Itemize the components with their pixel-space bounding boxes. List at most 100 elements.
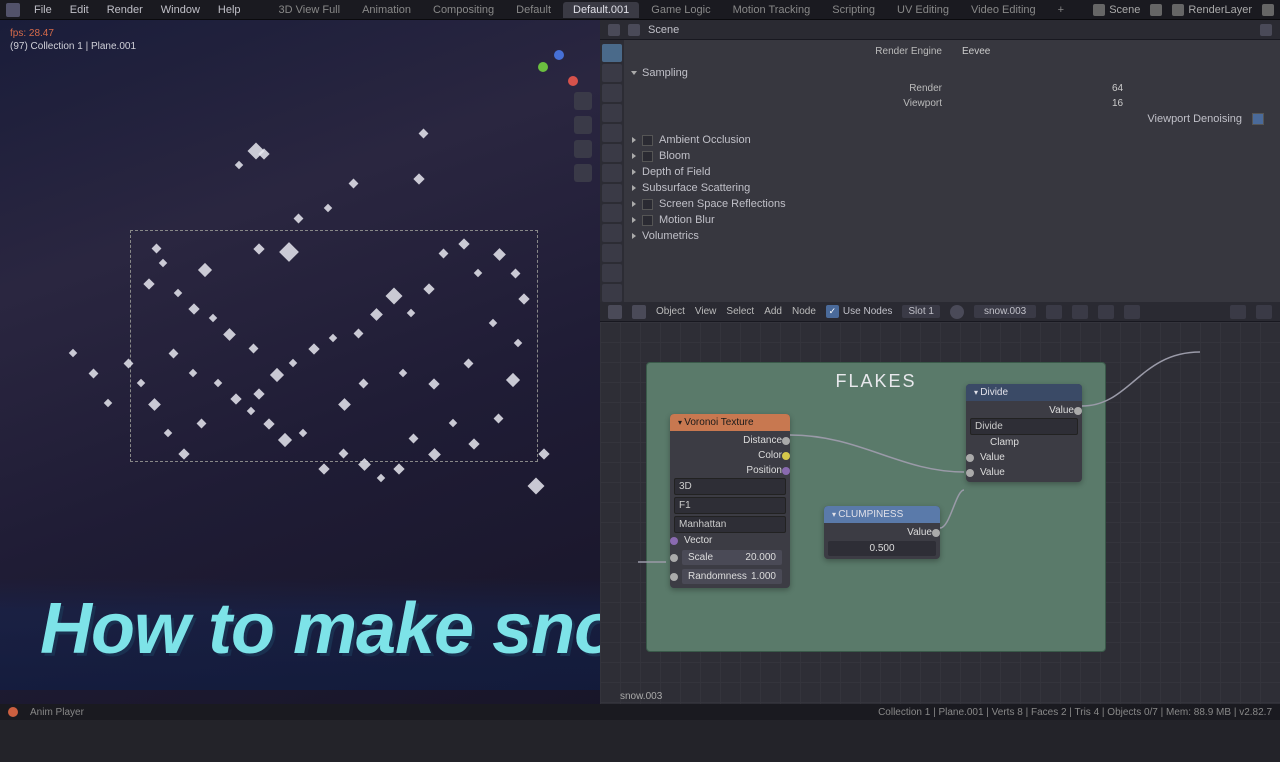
axis-gizmo[interactable]	[534, 50, 582, 98]
workspace-motiontracking[interactable]: Motion Tracking	[723, 2, 821, 18]
clumpiness-value-field[interactable]: 0.500	[828, 541, 936, 556]
motionblur-panel[interactable]: Motion Blur	[632, 212, 1272, 228]
voronoi-scale-field[interactable]: Scale20.000	[682, 550, 782, 565]
socket-out-color[interactable]	[782, 452, 790, 460]
dof-panel[interactable]: Depth of Field	[632, 164, 1272, 180]
bloom-panel[interactable]: Bloom	[632, 148, 1272, 164]
menu-window[interactable]: Window	[153, 2, 208, 18]
workspace-compositing[interactable]: Compositing	[423, 2, 504, 18]
math-operation-dropdown[interactable]: Divide	[970, 418, 1078, 435]
socket-out-distance[interactable]	[782, 437, 790, 445]
motionblur-checkbox[interactable]	[642, 215, 653, 226]
menu-edit[interactable]: Edit	[62, 2, 97, 18]
3d-viewport[interactable]: fps: 28.47 (97) Collection 1 | Plane.001…	[0, 20, 600, 720]
node-mode-object[interactable]: Object	[656, 306, 685, 317]
shader-type-icon[interactable]	[632, 305, 646, 319]
node-menu-select[interactable]: Select	[726, 306, 754, 317]
socket-in-randomness[interactable]	[670, 573, 678, 581]
socket-in-value1[interactable]	[966, 454, 974, 462]
math-divide-node[interactable]: ▾ Divide Value Divide Clamp Value Value	[966, 384, 1082, 482]
data-tab-icon[interactable]	[602, 244, 622, 262]
ao-checkbox[interactable]	[642, 135, 653, 146]
material-name-field[interactable]: snow.003	[974, 305, 1036, 318]
menu-help[interactable]: Help	[210, 2, 249, 18]
sampling-panel-header[interactable]: Sampling	[632, 65, 1272, 81]
clumpiness-value-node[interactable]: ▾ CLUMPINESS Value 0.500	[824, 506, 940, 559]
outliner-scene-label[interactable]: Scene	[648, 24, 679, 36]
particle-tab-icon[interactable]	[602, 184, 622, 202]
voronoi-metric-dropdown[interactable]: Manhattan	[674, 516, 786, 533]
snap-icon[interactable]	[1230, 305, 1246, 319]
render-samples-value[interactable]: 64	[952, 83, 1123, 94]
ambient-occlusion-panel[interactable]: Ambient Occlusion	[632, 132, 1272, 148]
voronoi-texture-node[interactable]: ▾ Voronoi Texture Distance Color Positio…	[670, 414, 790, 588]
clamp-checkbox[interactable]	[974, 438, 984, 448]
axis-x-icon[interactable]	[568, 76, 578, 86]
workspace-3dviewfull[interactable]: 3D View Full	[269, 2, 351, 18]
workspace-gamelogic[interactable]: Game Logic	[641, 2, 720, 18]
voronoi-feature-dropdown[interactable]: F1	[674, 497, 786, 514]
texture-tab-icon[interactable]	[602, 284, 622, 302]
new-material-icon[interactable]	[1072, 305, 1088, 319]
socket-out-value[interactable]	[932, 529, 940, 537]
pin-material-icon[interactable]	[1124, 305, 1140, 319]
workspace-videoediting[interactable]: Video Editing	[961, 2, 1046, 18]
node-editor-canvas[interactable]: FLAKES ▾ Voronoi Texture Distance Color …	[600, 322, 1280, 720]
socket-out-position[interactable]	[782, 467, 790, 475]
output-tab-icon[interactable]	[602, 64, 622, 82]
zoom-tool-icon[interactable]	[574, 92, 592, 110]
world-tab-icon[interactable]	[602, 124, 622, 142]
node-menu-add[interactable]: Add	[764, 306, 782, 317]
viewport-samples-value[interactable]: 16	[952, 98, 1123, 109]
workspace-animation[interactable]: Animation	[352, 2, 421, 18]
viewlayer-tab-icon[interactable]	[602, 84, 622, 102]
pin-icon[interactable]	[1260, 24, 1272, 36]
viewport-denoising-checkbox[interactable]	[1252, 113, 1264, 125]
clumpiness-node-header[interactable]: ▾ CLUMPINESS	[824, 506, 940, 523]
ssr-checkbox[interactable]	[642, 199, 653, 210]
unlink-material-icon[interactable]	[1098, 305, 1114, 319]
perspective-tool-icon[interactable]	[574, 164, 592, 182]
editor-type-icon[interactable]	[608, 305, 622, 319]
render-engine-value[interactable]: Eevee	[952, 46, 992, 57]
socket-out-value[interactable]	[1074, 407, 1082, 415]
anim-playing-icon[interactable]	[8, 707, 18, 717]
voronoi-randomness-field[interactable]: Randomness1.000	[682, 569, 782, 584]
node-menu-view[interactable]: View	[695, 306, 717, 317]
workspace-scripting[interactable]: Scripting	[822, 2, 885, 18]
menu-render[interactable]: Render	[99, 2, 151, 18]
modifier-tab-icon[interactable]	[602, 164, 622, 182]
menu-file[interactable]: File	[26, 2, 60, 18]
bloom-checkbox[interactable]	[642, 151, 653, 162]
render-tab-icon[interactable]	[602, 44, 622, 62]
object-tab-icon[interactable]	[602, 144, 622, 162]
workspace-default[interactable]: Default	[506, 2, 561, 18]
sss-panel[interactable]: Subsurface Scattering	[632, 180, 1272, 196]
overlay-icon[interactable]	[1256, 305, 1272, 319]
voronoi-dimensions-dropdown[interactable]: 3D	[674, 478, 786, 495]
axis-z-icon[interactable]	[554, 50, 564, 60]
socket-in-value2[interactable]	[966, 469, 974, 477]
workspace-default001[interactable]: Default.001	[563, 2, 639, 18]
camera-tool-icon[interactable]	[574, 140, 592, 158]
scene-tab-icon[interactable]	[602, 104, 622, 122]
ssr-panel[interactable]: Screen Space Reflections	[632, 196, 1272, 212]
workspace-uvediting[interactable]: UV Editing	[887, 2, 959, 18]
material-preview-icon[interactable]	[950, 305, 964, 319]
pan-tool-icon[interactable]	[574, 116, 592, 134]
editor-type-icon[interactable]	[608, 24, 620, 36]
volumetrics-panel[interactable]: Volumetrics	[632, 228, 1272, 244]
material-tab-icon[interactable]	[602, 264, 622, 282]
divide-node-header[interactable]: ▾ Divide	[966, 384, 1082, 401]
voronoi-node-header[interactable]: ▾ Voronoi Texture	[670, 414, 790, 431]
socket-in-vector[interactable]	[670, 537, 678, 545]
axis-y-icon[interactable]	[538, 62, 548, 72]
workspace-add[interactable]: +	[1048, 2, 1074, 18]
scene-browse-icon[interactable]	[1150, 4, 1162, 16]
material-slot[interactable]: Slot 1	[902, 305, 940, 318]
node-menu-node[interactable]: Node	[792, 306, 816, 317]
use-nodes-toggle[interactable]: ✓ Use Nodes	[826, 305, 892, 318]
layer-browse-icon[interactable]	[1262, 4, 1274, 16]
renderlayer-selector[interactable]: RenderLayer	[1164, 2, 1260, 18]
physics-tab-icon[interactable]	[602, 204, 622, 222]
